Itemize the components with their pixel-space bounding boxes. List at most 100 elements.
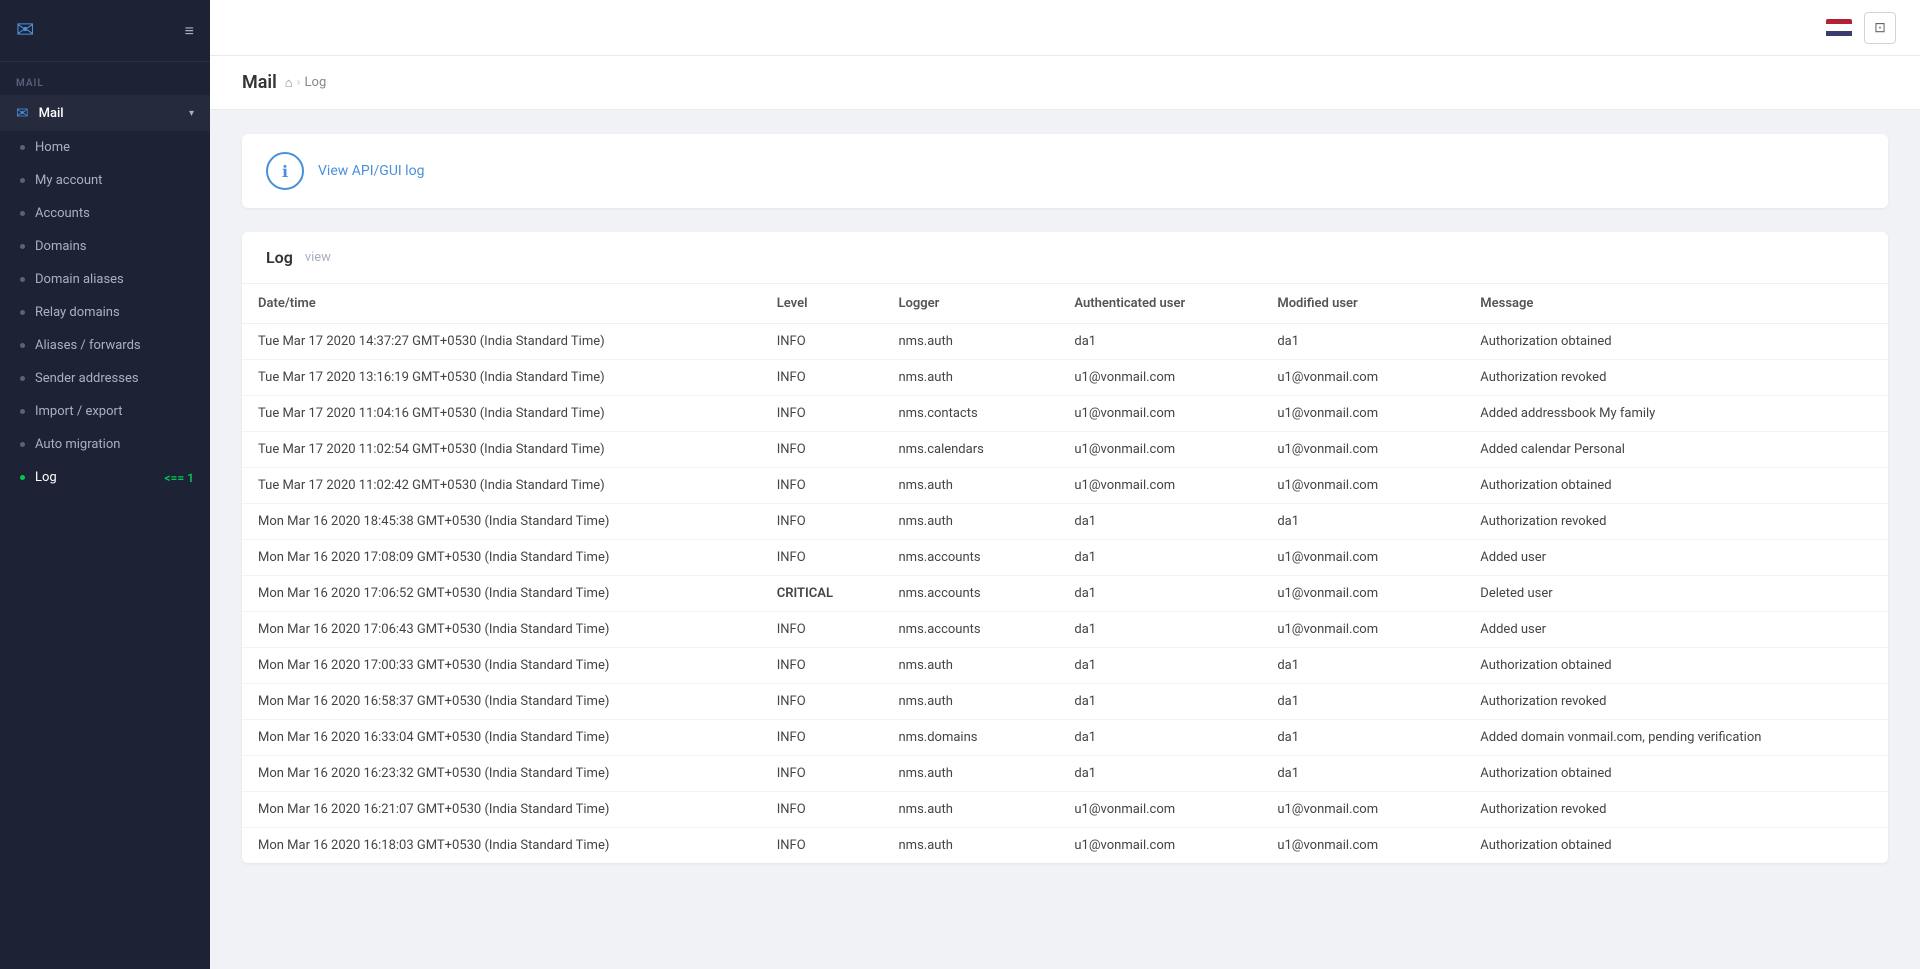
cell-datetime: Mon Mar 16 2020 16:21:07 GMT+0530 (India… bbox=[242, 792, 761, 828]
sidebar-item-domain-aliases[interactable]: Domain aliases bbox=[0, 263, 210, 296]
cell-mod-user: da1 bbox=[1261, 324, 1464, 360]
sidebar-item-my-account[interactable]: My account bbox=[0, 164, 210, 197]
api-log-card: ℹ View API/GUI log bbox=[242, 134, 1888, 208]
col-header-auth-user: Authenticated user bbox=[1058, 284, 1261, 324]
cell-datetime: Tue Mar 17 2020 11:02:54 GMT+0530 (India… bbox=[242, 432, 761, 468]
col-header-logger: Logger bbox=[882, 284, 1058, 324]
sidebar-item-sender-addresses-label: Sender addresses bbox=[35, 371, 194, 386]
cell-auth-user: da1 bbox=[1058, 324, 1261, 360]
cell-message: Added addressbook My family bbox=[1464, 396, 1888, 432]
window-button[interactable]: ⊡ bbox=[1864, 12, 1896, 44]
cell-auth-user: u1@vonmail.com bbox=[1058, 360, 1261, 396]
dot-icon bbox=[20, 475, 25, 480]
breadcrumb: Mail ⌂ › Log bbox=[242, 72, 1888, 93]
cell-logger: nms.auth bbox=[882, 684, 1058, 720]
dot-icon bbox=[20, 244, 25, 249]
table-row: Mon Mar 16 2020 16:58:37 GMT+0530 (India… bbox=[242, 684, 1888, 720]
cell-auth-user: u1@vonmail.com bbox=[1058, 828, 1261, 864]
cell-auth-user: da1 bbox=[1058, 576, 1261, 612]
cell-logger: nms.auth bbox=[882, 756, 1058, 792]
topbar: ⊡ bbox=[210, 0, 1920, 56]
sidebar-item-aliases-forwards[interactable]: Aliases / forwards bbox=[0, 329, 210, 362]
home-icon: ⌂ bbox=[285, 75, 293, 91]
dot-icon bbox=[20, 310, 25, 315]
cell-datetime: Mon Mar 16 2020 18:45:38 GMT+0530 (India… bbox=[242, 504, 761, 540]
table-row: Mon Mar 16 2020 17:08:09 GMT+0530 (India… bbox=[242, 540, 1888, 576]
dot-icon bbox=[20, 376, 25, 381]
cell-message: Authorization obtained bbox=[1464, 756, 1888, 792]
cell-datetime: Tue Mar 17 2020 11:02:42 GMT+0530 (India… bbox=[242, 468, 761, 504]
cell-message: Added calendar Personal bbox=[1464, 432, 1888, 468]
cell-level: INFO bbox=[761, 756, 883, 792]
cell-logger: nms.auth bbox=[882, 324, 1058, 360]
cell-level: INFO bbox=[761, 648, 883, 684]
table-row: Tue Mar 17 2020 11:04:16 GMT+0530 (India… bbox=[242, 396, 1888, 432]
table-row: Mon Mar 16 2020 16:33:04 GMT+0530 (India… bbox=[242, 720, 1888, 756]
main-content: ⊡ Mail ⌂ › Log ℹ View API/GUI log Log vi… bbox=[210, 0, 1920, 969]
hamburger-button[interactable]: ≡ bbox=[185, 21, 194, 41]
dot-icon bbox=[20, 277, 25, 282]
cell-message: Authorization revoked bbox=[1464, 360, 1888, 396]
sidebar-section-label: MAIL bbox=[0, 62, 210, 95]
cell-level: INFO bbox=[761, 828, 883, 864]
sidebar-item-relay-domains[interactable]: Relay domains bbox=[0, 296, 210, 329]
dot-icon bbox=[20, 145, 25, 150]
cell-auth-user: da1 bbox=[1058, 648, 1261, 684]
sidebar-item-auto-migration[interactable]: Auto migration bbox=[0, 428, 210, 461]
table-row: Tue Mar 17 2020 11:02:54 GMT+0530 (India… bbox=[242, 432, 1888, 468]
cell-auth-user: da1 bbox=[1058, 540, 1261, 576]
cell-message: Authorization obtained bbox=[1464, 468, 1888, 504]
cell-message: Authorization revoked bbox=[1464, 792, 1888, 828]
view-api-gui-log-link[interactable]: View API/GUI log bbox=[318, 163, 424, 179]
sidebar-item-mail[interactable]: ✉ Mail ▾ bbox=[0, 95, 210, 131]
cell-logger: nms.auth bbox=[882, 504, 1058, 540]
sidebar: ✉ ≡ MAIL ✉ Mail ▾ Home My account Accoun… bbox=[0, 0, 210, 969]
cell-logger: nms.calendars bbox=[882, 432, 1058, 468]
cell-datetime: Tue Mar 17 2020 14:37:27 GMT+0530 (India… bbox=[242, 324, 761, 360]
cell-mod-user: u1@vonmail.com bbox=[1261, 396, 1464, 432]
cell-logger: nms.contacts bbox=[882, 396, 1058, 432]
log-view-link[interactable]: view bbox=[305, 250, 331, 265]
sidebar-item-auto-migration-label: Auto migration bbox=[35, 437, 194, 452]
mail-icon: ✉ bbox=[16, 104, 29, 122]
breadcrumb-current: Log bbox=[305, 75, 327, 90]
cell-datetime: Tue Mar 17 2020 13:16:19 GMT+0530 (India… bbox=[242, 360, 761, 396]
chevron-down-icon: ▾ bbox=[189, 108, 194, 119]
dot-icon bbox=[20, 178, 25, 183]
table-row: Tue Mar 17 2020 11:02:42 GMT+0530 (India… bbox=[242, 468, 1888, 504]
cell-level: INFO bbox=[761, 504, 883, 540]
col-header-mod-user: Modified user bbox=[1261, 284, 1464, 324]
sidebar-item-home[interactable]: Home bbox=[0, 131, 210, 164]
cell-datetime: Mon Mar 16 2020 17:08:09 GMT+0530 (India… bbox=[242, 540, 761, 576]
cell-mod-user: u1@vonmail.com bbox=[1261, 540, 1464, 576]
cell-auth-user: u1@vonmail.com bbox=[1058, 432, 1261, 468]
log-badge: <== 1 bbox=[164, 471, 194, 485]
cell-message: Added user bbox=[1464, 612, 1888, 648]
cell-level: INFO bbox=[761, 720, 883, 756]
cell-level: INFO bbox=[761, 396, 883, 432]
cell-datetime: Tue Mar 17 2020 11:04:16 GMT+0530 (India… bbox=[242, 396, 761, 432]
cell-mod-user: u1@vonmail.com bbox=[1261, 828, 1464, 864]
sidebar-item-log[interactable]: Log <== 1 bbox=[0, 461, 210, 494]
table-row: Mon Mar 16 2020 17:06:43 GMT+0530 (India… bbox=[242, 612, 1888, 648]
cell-datetime: Mon Mar 16 2020 16:18:03 GMT+0530 (India… bbox=[242, 828, 761, 864]
sidebar-item-sender-addresses[interactable]: Sender addresses bbox=[0, 362, 210, 395]
cell-datetime: Mon Mar 16 2020 17:06:43 GMT+0530 (India… bbox=[242, 612, 761, 648]
cell-auth-user: da1 bbox=[1058, 612, 1261, 648]
cell-datetime: Mon Mar 16 2020 16:33:04 GMT+0530 (India… bbox=[242, 720, 761, 756]
flag-blue-stripe bbox=[1826, 31, 1852, 37]
cell-datetime: Mon Mar 16 2020 16:58:37 GMT+0530 (India… bbox=[242, 684, 761, 720]
sidebar-item-home-label: Home bbox=[35, 140, 194, 155]
log-section-header: Log view bbox=[242, 232, 1888, 284]
sidebar-item-accounts[interactable]: Accounts bbox=[0, 197, 210, 230]
sidebar-item-aliases-forwards-label: Aliases / forwards bbox=[35, 338, 194, 353]
sidebar-item-log-label: Log bbox=[35, 470, 164, 485]
cell-mod-user: da1 bbox=[1261, 648, 1464, 684]
cell-level: INFO bbox=[761, 432, 883, 468]
sidebar-item-domains[interactable]: Domains bbox=[0, 230, 210, 263]
app-logo-icon: ✉ bbox=[16, 18, 34, 43]
cell-auth-user: u1@vonmail.com bbox=[1058, 396, 1261, 432]
language-flag[interactable] bbox=[1826, 19, 1852, 37]
cell-logger: nms.accounts bbox=[882, 576, 1058, 612]
sidebar-item-import-export[interactable]: Import / export bbox=[0, 395, 210, 428]
